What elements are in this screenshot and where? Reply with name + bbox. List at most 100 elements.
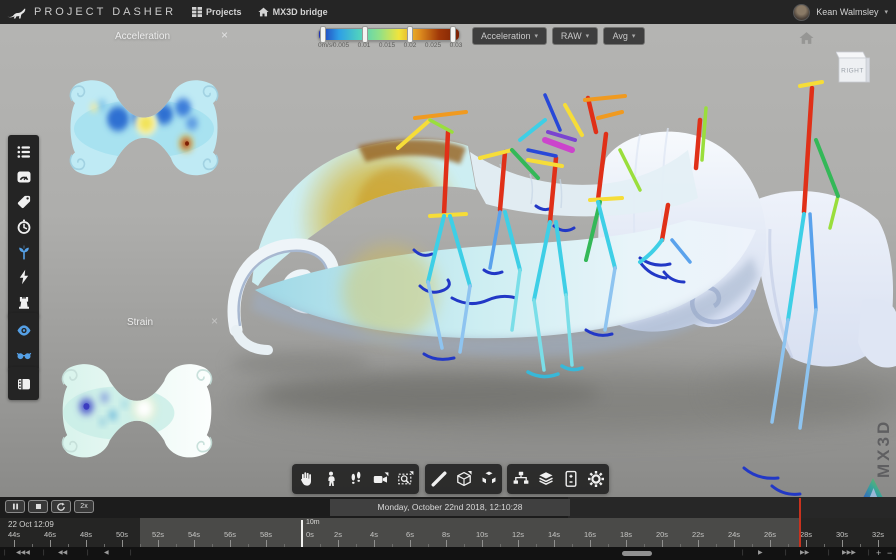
tools-toolbar xyxy=(425,464,502,494)
pause-button[interactable] xyxy=(5,500,25,513)
user-menu[interactable]: Kean Walmsley ▾ xyxy=(793,4,888,21)
viewcube-home-button[interactable] xyxy=(799,31,814,45)
legend-handle[interactable] xyxy=(362,26,368,43)
timeline-zoom-in-button[interactable]: + xyxy=(876,547,881,560)
seedling-icon xyxy=(16,244,32,260)
sidebar-list-button[interactable] xyxy=(11,139,36,164)
loop-button[interactable] xyxy=(51,500,71,513)
explode-button[interactable] xyxy=(480,470,498,488)
tag-icon xyxy=(16,194,32,210)
measure-button[interactable] xyxy=(430,470,448,488)
rewind-speed-3x-icon[interactable]: ◀◀◀ xyxy=(16,547,30,560)
navigation-toolbar xyxy=(292,464,419,494)
color-scale-legend[interactable] xyxy=(318,28,460,41)
strain-panel-close-icon[interactable]: × xyxy=(211,316,218,326)
explode-model-icon xyxy=(480,470,498,488)
forward-speed-3x-icon[interactable]: ▶▶▶ xyxy=(842,547,856,560)
grid-icon xyxy=(192,7,202,17)
timeline-major-tick xyxy=(374,540,375,547)
timeline-tick-label: 56s xyxy=(224,530,236,539)
legend-handle[interactable] xyxy=(450,26,456,43)
forward-speed-1x-icon[interactable]: ▶ xyxy=(758,547,763,560)
sidebar-visibility-button[interactable] xyxy=(11,317,36,342)
timeline-major-tick xyxy=(122,540,123,547)
timeline-tick-label: 46s xyxy=(44,530,56,539)
speed-button[interactable]: 2x xyxy=(74,500,94,513)
timeline-tick-label: 8s xyxy=(442,530,450,539)
sidebar-tags-button[interactable] xyxy=(11,189,36,214)
rook-icon xyxy=(16,294,32,310)
dasher-dog-logo-icon xyxy=(6,5,28,20)
section-button[interactable] xyxy=(455,470,473,488)
nav-current-model[interactable]: MX3D bridge xyxy=(258,7,328,17)
measure-icon xyxy=(430,470,448,488)
camera-button[interactable] xyxy=(372,470,390,488)
timeline-major-tick xyxy=(14,540,15,547)
scrubber-thumb[interactable] xyxy=(622,551,652,556)
timeline-tick-label: 22s xyxy=(692,530,704,539)
timeline-tick-label: 20s xyxy=(656,530,668,539)
layers-button[interactable] xyxy=(537,470,555,488)
legend-handle[interactable] xyxy=(407,26,413,43)
rewind-speed-1x-icon[interactable]: ◀ xyxy=(104,547,109,560)
stop-button[interactable] xyxy=(28,500,48,513)
legend-handle[interactable] xyxy=(320,26,326,43)
walk-button[interactable] xyxy=(347,470,365,488)
raw-dropdown[interactable]: RAW▾ xyxy=(552,27,598,45)
app-title: PROJECT DASHER xyxy=(34,6,176,18)
sidebar-power-button[interactable] xyxy=(11,264,36,289)
acceleration-panel-title: Acceleration xyxy=(60,31,225,42)
model-structure-button[interactable] xyxy=(512,470,530,488)
scrubber-separator: | xyxy=(868,547,870,560)
timeline-major-tick xyxy=(230,540,231,547)
sidebar-sensors-button[interactable] xyxy=(11,239,36,264)
first-person-button[interactable] xyxy=(322,470,340,488)
avg-dropdown[interactable]: Avg ▾ xyxy=(603,27,645,45)
3d-viewport[interactable]: 0m/s²0.0050.010.0150.020.0250.03 Acceler… xyxy=(0,24,896,497)
section-box-icon xyxy=(455,470,473,488)
timeline-ruler[interactable]: 22 Oct 12:09 10m 44s46s48s50s52s54s56s58… xyxy=(0,518,896,547)
sidebar-visibility-group xyxy=(8,313,39,371)
pan-button[interactable] xyxy=(297,470,315,488)
properties-button[interactable] xyxy=(562,470,580,488)
sidebar-timer-button[interactable] xyxy=(11,214,36,239)
minute-boundary-label: 10m xyxy=(306,519,320,526)
chevron-down-icon: ▾ xyxy=(586,32,590,40)
legend-tick-label: 0.005 xyxy=(333,42,349,49)
mode-dropdown[interactable]: Acceleration▾ xyxy=(472,27,547,45)
timeline-speed-scrubber[interactable]: ||||||||◀◀◀◀◀◀▶▶▶▶▶▶+− xyxy=(0,547,896,560)
acceleration-panel-close-icon[interactable]: × xyxy=(221,30,228,40)
lightning-bolt-icon xyxy=(16,269,32,285)
legend-unit-label: 0m/s² xyxy=(318,42,334,49)
minute-boundary-marker xyxy=(301,520,303,547)
zoom-window-button[interactable] xyxy=(397,470,415,488)
timeline-major-tick xyxy=(518,540,519,547)
timeline-zoom-out-button[interactable]: − xyxy=(887,547,892,560)
current-datetime: Monday, October 22nd 2018, 12:10:28 xyxy=(330,499,570,516)
home-icon xyxy=(799,31,814,45)
scrubber-separator: | xyxy=(828,547,830,560)
timeline-major-tick xyxy=(158,540,159,547)
timeline-tick-label: 26s xyxy=(764,530,776,539)
footsteps-icon xyxy=(347,470,365,488)
settings-button[interactable] xyxy=(587,470,605,488)
project-dasher-app: PROJECT DASHER Projects MX3D bridge Kean… xyxy=(0,0,896,560)
sidebar-xray-button[interactable] xyxy=(11,342,36,367)
timeline-cursor[interactable] xyxy=(799,498,801,547)
rewind-speed-2x-icon[interactable]: ◀◀ xyxy=(58,547,67,560)
sidebar-video-button[interactable] xyxy=(11,371,36,396)
stop-icon xyxy=(34,502,43,511)
avg-dropdown-label: Avg xyxy=(613,31,628,41)
sidebar-dashboard-button[interactable] xyxy=(11,164,36,189)
sidebar-structure-button[interactable] xyxy=(11,289,36,314)
timeline-window-start: 22 Oct 12:09 xyxy=(8,520,54,529)
forward-speed-2x-icon[interactable]: ▶▶ xyxy=(800,547,809,560)
list-icon xyxy=(16,144,32,160)
user-avatar xyxy=(793,4,810,21)
timeline-major-tick xyxy=(590,540,591,547)
nav-projects[interactable]: Projects xyxy=(192,7,242,17)
chevron-down-icon: ▾ xyxy=(632,32,636,40)
viewcube[interactable]: RIGHT xyxy=(836,50,870,86)
timeline-major-tick xyxy=(86,540,87,547)
timeline-tick-label: 54s xyxy=(188,530,200,539)
